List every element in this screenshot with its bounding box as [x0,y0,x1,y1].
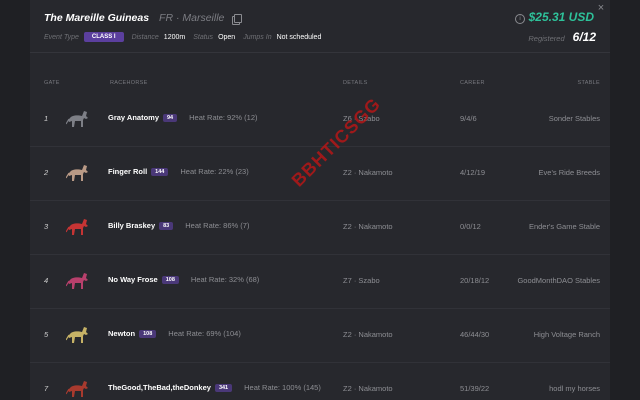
registered-count: Registered 6/12 [528,30,596,44]
gate-number: 4 [44,276,49,285]
heat-rate: Heat Rate: 69% (104) [168,329,241,338]
horse-name-text: Gray Anatomy [108,113,159,122]
table-row[interactable]: 4 No Way Frose 108 Heat Rate: 32% (68) Z7 … [30,254,610,309]
horse-icon [66,273,88,289]
horse-icon [66,111,88,127]
status-label: Status [193,33,214,41]
table-row[interactable]: 7 TheGood,TheBad,theDonkey 341 Heat Rate: … [30,362,610,400]
details: Z2 · Nakamoto [343,330,393,339]
rating-badge: 144 [151,167,169,176]
status-value: Open [218,33,236,41]
career: 51/39/22 [460,384,490,393]
details: Z2 · Nakamoto [343,168,393,177]
close-icon[interactable]: × [594,2,608,14]
gate-number: 2 [44,168,49,177]
column-header-racehorse: RACEHORSE [110,80,148,86]
horse-name[interactable]: Billy Braskey 83 Heat Rate: 86% (7) [108,221,249,230]
rating-badge: 341 [214,383,233,392]
stable-name[interactable]: GoodMonthDAO Stables [517,276,600,285]
horse-name-text: No Way Frose [108,275,158,284]
horse-name[interactable]: Finger Roll 144 Heat Rate: 22% (23) [108,167,249,176]
horse-name[interactable]: Gray Anatomy 94 Heat Rate: 92% (12) [108,113,258,122]
stable-name[interactable]: Sonder Stables [549,114,600,123]
career: 46/44/30 [460,330,490,339]
jumps-in-value: Not scheduled [276,33,322,41]
column-header-stable: STABLE [577,80,600,86]
distance-value: 1200m [163,33,186,41]
info-icon[interactable]: i [515,14,525,24]
table-row[interactable]: 3 Billy Braskey 83 Heat Rate: 86% (7) Z2 ·… [30,200,610,255]
details: Z2 · Nakamoto [343,384,393,393]
gate-number: 1 [44,114,49,123]
table-row[interactable]: 5 Newton 108 Heat Rate: 69% (104) Z2 · Nak… [30,308,610,363]
horse-icon [66,165,88,181]
heat-rate: Heat Rate: 32% (68) [190,275,260,284]
gate-number: 5 [44,330,49,339]
heat-rate: Heat Rate: 22% (23) [180,167,249,176]
horse-name[interactable]: Newton 108 Heat Rate: 69% (104) [108,329,241,338]
heat-rate: Heat Rate: 100% (145) [244,383,321,392]
event-meta: Event Type CLASS I Distance 1200m Status… [44,32,329,42]
career: 0/0/12 [460,222,481,231]
horse-name-text: Billy Braskey [108,221,156,230]
rating-badge: 108 [139,329,157,338]
details: Z2 · Nakamoto [343,222,393,231]
race-title: The Mareille Guineas [44,12,150,24]
table-row[interactable]: 2 Finger Roll 144 Heat Rate: 22% (23) Z2 ·… [30,146,610,201]
title-row: The Mareille Guineas FR · Marseille [44,12,243,25]
horse-name-text: Finger Roll [108,167,148,176]
rating-badge: 94 [163,113,178,122]
career: 9/4/6 [460,114,477,123]
column-header-details: DETAILS [343,80,368,86]
details: Z7 · Szabo [343,276,380,285]
race-header: The Mareille Guineas FR · Marseille i $2… [30,0,610,53]
race-panel: The Mareille Guineas FR · Marseille i $2… [30,0,610,400]
gate-number: 3 [44,222,49,231]
class-badge: CLASS I [83,32,124,42]
horse-name-text: TheGood,TheBad,theDonkey [108,383,211,392]
registered-label: Registered [528,34,565,43]
details: Z6 · Szabo [343,114,380,123]
column-header-gate: GATE [44,80,60,86]
career: 4/12/19 [460,168,486,177]
copy-icon[interactable] [232,13,243,25]
heat-rate: Heat Rate: 92% (12) [189,113,258,122]
stable-name[interactable]: High Voltage Ranch [534,330,600,339]
horse-name[interactable]: No Way Frose 108 Heat Rate: 32% (68) [108,275,259,284]
horse-icon [66,327,88,343]
jumps-in-label: Jumps In [243,33,272,41]
stable-name[interactable]: hodl my horses [549,384,600,393]
horse-name[interactable]: TheGood,TheBad,theDonkey 341 Heat Rate: 10… [108,383,321,392]
gate-number: 7 [44,384,49,393]
distance-label: Distance [131,33,159,41]
entry-fee-price: $25.31 USD [528,10,594,24]
stable-name[interactable]: Ender's Game Stable [529,222,600,231]
horse-icon [66,219,88,235]
horse-icon [66,381,88,397]
heat-rate: Heat Rate: 86% (7) [185,221,250,230]
career: 20/18/12 [460,276,490,285]
registered-value: 6/12 [572,30,596,44]
table-row[interactable]: 1 Gray Anatomy 94 Heat Rate: 92% (12) Z6 ·… [30,92,610,147]
rating-badge: 108 [161,275,179,284]
event-type-label: Event Type [44,33,79,41]
race-location: FR · Marseille [159,12,225,24]
column-header-career: CAREER [460,80,485,86]
stable-name[interactable]: Eve's Ride Breeds [539,168,600,177]
horse-name-text: Newton [108,329,136,338]
rating-badge: 83 [159,221,174,230]
